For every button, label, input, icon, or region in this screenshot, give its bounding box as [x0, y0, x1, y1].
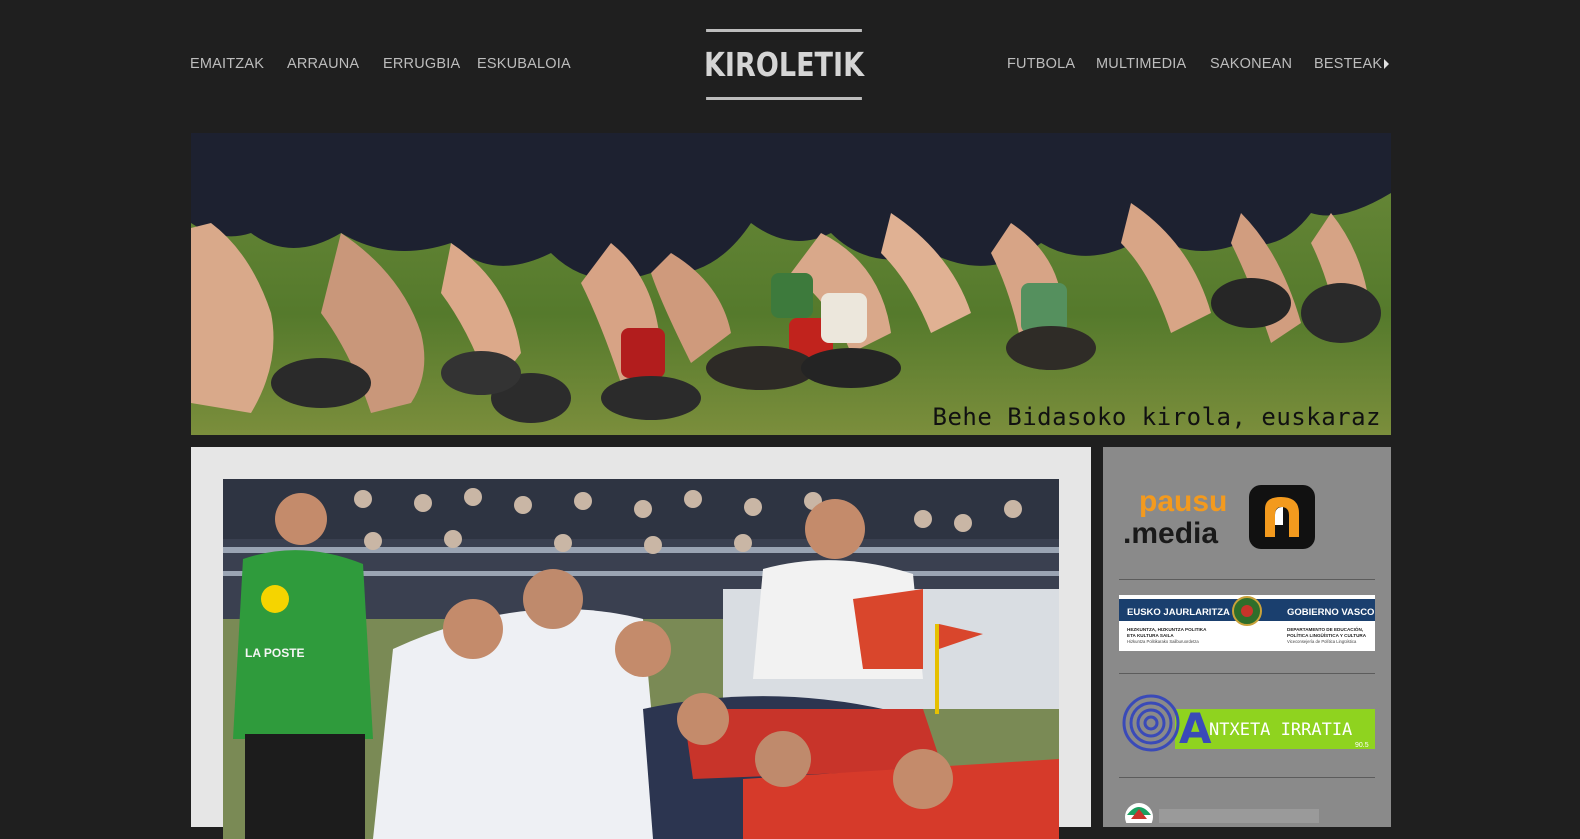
- hero-banner: Behe Bidasoko kirola, euskaraz: [191, 133, 1391, 435]
- nav-link-eskubaloia[interactable]: ESKUBALOIA: [477, 56, 571, 72]
- site-logo-text: KIROLETIK: [703, 45, 865, 84]
- eusko-left-line1: HEZKUNTZA, HIZKUNTZA POLITIKA: [1127, 627, 1207, 632]
- partial-sponsor-logo: [1125, 803, 1319, 823]
- chevron-right-icon[interactable]: [1384, 59, 1389, 69]
- nav-link-besteak[interactable]: BESTEAK: [1314, 56, 1382, 72]
- antxeta-irratia-logo: A NTXETA IRRATIA 90.5: [1122, 694, 1375, 753]
- sidebar-sponsors: pausu .media EUSKO JAURLARITZA GOBIERNO …: [1103, 447, 1391, 827]
- eusko-left-line2: ETA KULTURA SAILA: [1127, 633, 1174, 638]
- nav-link-emaitzak[interactable]: EMAITZAK: [190, 56, 264, 72]
- article-photo-rugby-scrum[interactable]: LA POSTE: [223, 479, 1059, 839]
- antxeta-name: NTXETA IRRATIA: [1209, 720, 1352, 740]
- eusko-right-title: GOBIERNO VASCO: [1287, 607, 1374, 618]
- sponsor-pausu-media[interactable]: pausu .media: [1119, 475, 1319, 555]
- referee-shirt-text: LA POSTE: [245, 646, 305, 660]
- sponsor-partial-logo[interactable]: [1119, 793, 1359, 823]
- antxeta-initial: A: [1179, 704, 1212, 753]
- main-content: LA POSTE: [191, 447, 1091, 839]
- nav-link-arrauna[interactable]: ARRAUNA: [287, 56, 359, 72]
- sponsor-eusko-jaurlaritza[interactable]: EUSKO JAURLARITZA GOBIERNO VASCO HEZKUNT…: [1119, 595, 1375, 651]
- nav-link-sakonean[interactable]: SAKONEAN: [1210, 56, 1292, 72]
- sidebar-divider: [1119, 579, 1375, 580]
- article-photo: LA POSTE: [223, 479, 1059, 839]
- eusko-jaurlaritza-logo: EUSKO JAURLARITZA GOBIERNO VASCO HEZKUNT…: [1119, 596, 1375, 644]
- nav-link-futbola[interactable]: FUTBOLA: [1007, 56, 1075, 72]
- site-logo[interactable]: KIROLETIK: [703, 29, 865, 100]
- sidebar-divider: [1119, 673, 1375, 674]
- eusko-right-line3: Viceconsejería de Política Lingüística: [1287, 639, 1357, 644]
- hero-caption: Behe Bidasoko kirola, euskaraz: [932, 403, 1381, 431]
- nav-link-multimedia[interactable]: MULTIMEDIA: [1096, 56, 1186, 72]
- pausu-logo-line1: pausu: [1139, 485, 1227, 518]
- pausu-media-logo: pausu .media: [1123, 485, 1315, 550]
- eusko-right-line2: POLÍTICA LINGÜÍSTICA Y CULTURA: [1287, 631, 1367, 638]
- eusko-left-title: EUSKO JAURLARITZA: [1127, 607, 1230, 618]
- eusko-right-line1: DEPARTAMENTO DE EDUCACIÓN,: [1287, 625, 1363, 632]
- pausu-logo-line2: .media: [1123, 517, 1218, 550]
- nav-link-errugbia[interactable]: ERRUGBIA: [383, 56, 460, 72]
- antxeta-frequency: 90.5: [1355, 742, 1369, 749]
- hero-image-scrum-legs: [191, 133, 1391, 435]
- sidebar-divider: [1119, 777, 1375, 778]
- eusko-left-line3: Hizkuntza Politikarako Sailburuordetza: [1127, 639, 1199, 644]
- sponsor-antxeta-irratia[interactable]: A NTXETA IRRATIA 90.5: [1119, 689, 1375, 755]
